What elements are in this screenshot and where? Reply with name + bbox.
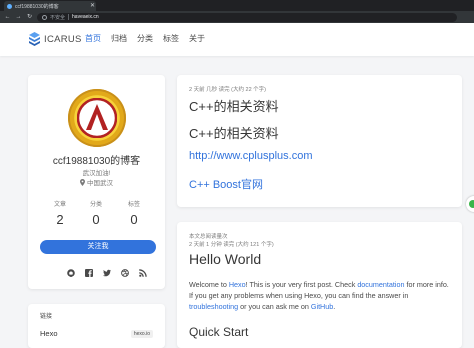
info-icon[interactable] xyxy=(42,14,47,20)
url-text[interactable]: haveaeix.cn xyxy=(72,14,99,20)
stat-label: 分类 xyxy=(89,202,102,208)
avatar xyxy=(68,89,126,147)
stat-value: 0 xyxy=(92,212,100,227)
hexo-link[interactable]: Hexo xyxy=(229,280,246,289)
back-button[interactable]: ← xyxy=(4,13,11,21)
stat-posts[interactable]: 文章 2 xyxy=(40,199,80,227)
github-icon[interactable] xyxy=(66,268,75,277)
follow-button[interactable]: 关注我 xyxy=(40,240,156,254)
nav-about[interactable]: 关于 xyxy=(189,34,205,44)
author-title: 武汉加油! xyxy=(82,170,111,177)
security-label: 不安全 xyxy=(50,14,66,21)
site-navbar: ICARUS 首页 归档 分类 标签 关于 xyxy=(0,23,474,56)
post-title[interactable]: C++的相关资料 xyxy=(189,96,279,115)
post-meta: 2 天前 1 分钟 读完 (大约 121 个字) xyxy=(189,242,274,248)
documentation-link[interactable]: documentation xyxy=(357,280,404,289)
links-heading: 链接 xyxy=(40,314,53,320)
tab-title: ccf19881030的博客 xyxy=(15,3,59,10)
post-link[interactable]: http://www.cplusplus.com xyxy=(189,150,313,162)
post-body: Welcome to Hexo! This is your very first… xyxy=(189,279,451,312)
nav-categories[interactable]: 分类 xyxy=(137,34,153,44)
stat-label: 文章 xyxy=(53,202,66,208)
site-logo[interactable]: ICARUS xyxy=(29,32,82,46)
lambda-logo-icon xyxy=(77,98,117,138)
divider xyxy=(68,14,70,20)
author-name: ccf19881030的博客 xyxy=(52,156,141,167)
nav-tags[interactable]: 标签 xyxy=(163,34,179,44)
favicon-icon xyxy=(7,3,12,9)
author-location: 中国武汉 xyxy=(28,177,165,187)
browser-tab[interactable]: ccf19881030的博客 ✕ xyxy=(4,1,96,11)
body-text: Welcome to xyxy=(189,280,229,289)
logo-text: ICARUS xyxy=(44,33,82,45)
forward-button[interactable]: → xyxy=(15,13,22,21)
stat-categories[interactable]: 分类 0 xyxy=(76,199,116,227)
social-links xyxy=(66,268,147,277)
dribbble-icon[interactable] xyxy=(120,268,129,277)
post-heading: C++的相关资料 xyxy=(189,126,279,141)
browser-tab-bar: ccf19881030的博客 ✕ xyxy=(0,0,474,11)
logo-icon xyxy=(29,32,40,46)
post-view-count: 本文总阅读量次 xyxy=(189,234,228,240)
body-text: or you can ask me on xyxy=(238,302,311,311)
post-card: 本文总阅读量次 2 天前 1 分钟 读完 (大约 121 个字) Hello W… xyxy=(177,222,462,348)
body-text: ! This is your very first post. Check xyxy=(245,280,358,289)
post-link[interactable]: C++ Boost官网 xyxy=(189,176,263,192)
nav-menu: 首页 归档 分类 标签 关于 xyxy=(85,34,205,44)
location-pin-icon xyxy=(80,178,85,186)
reload-button[interactable]: ↻ xyxy=(26,13,33,21)
nav-archives[interactable]: 归档 xyxy=(111,34,127,44)
post-section-heading: Quick Start xyxy=(189,325,249,339)
url-input[interactable]: 不安全 haveaeix.cn xyxy=(37,12,457,22)
tab-close-icon[interactable]: ✕ xyxy=(89,3,96,10)
nav-home[interactable]: 首页 xyxy=(85,34,101,44)
rss-icon[interactable] xyxy=(138,268,147,277)
github-link[interactable]: GitHub xyxy=(311,302,333,311)
location-text: 中国武汉 xyxy=(87,180,113,187)
stat-value: 0 xyxy=(130,212,138,227)
link-domain-tag: hexo.io xyxy=(130,329,153,338)
troubleshooting-link[interactable]: troubleshooting xyxy=(189,302,238,311)
link-item[interactable]: Hexo hexo.io xyxy=(40,329,153,338)
address-bar: ← → ↻ 不安全 haveaeix.cn xyxy=(0,11,474,23)
body-text: . xyxy=(333,302,336,311)
post-meta: 2 天前 几秒 读完 (大约 22 个字) xyxy=(189,87,267,93)
facebook-icon[interactable] xyxy=(84,268,93,277)
stat-value: 2 xyxy=(56,212,64,227)
profile-card: ccf19881030的博客 武汉加油! 中国武汉 文章 2 分类 0 标签 0… xyxy=(28,75,165,289)
stat-label: 标签 xyxy=(127,202,140,208)
post-card: 2 天前 几秒 读完 (大约 22 个字) C++的相关资料 C++的相关资料 … xyxy=(177,75,462,207)
side-widget-button[interactable] xyxy=(466,196,474,212)
twitter-icon[interactable] xyxy=(102,268,111,277)
stat-tags[interactable]: 标签 0 xyxy=(114,199,154,227)
links-card: 链接 Hexo hexo.io xyxy=(28,304,165,348)
post-title[interactable]: Hello World xyxy=(189,251,261,267)
link-name[interactable]: Hexo xyxy=(40,329,58,338)
widget-icon xyxy=(469,200,474,208)
